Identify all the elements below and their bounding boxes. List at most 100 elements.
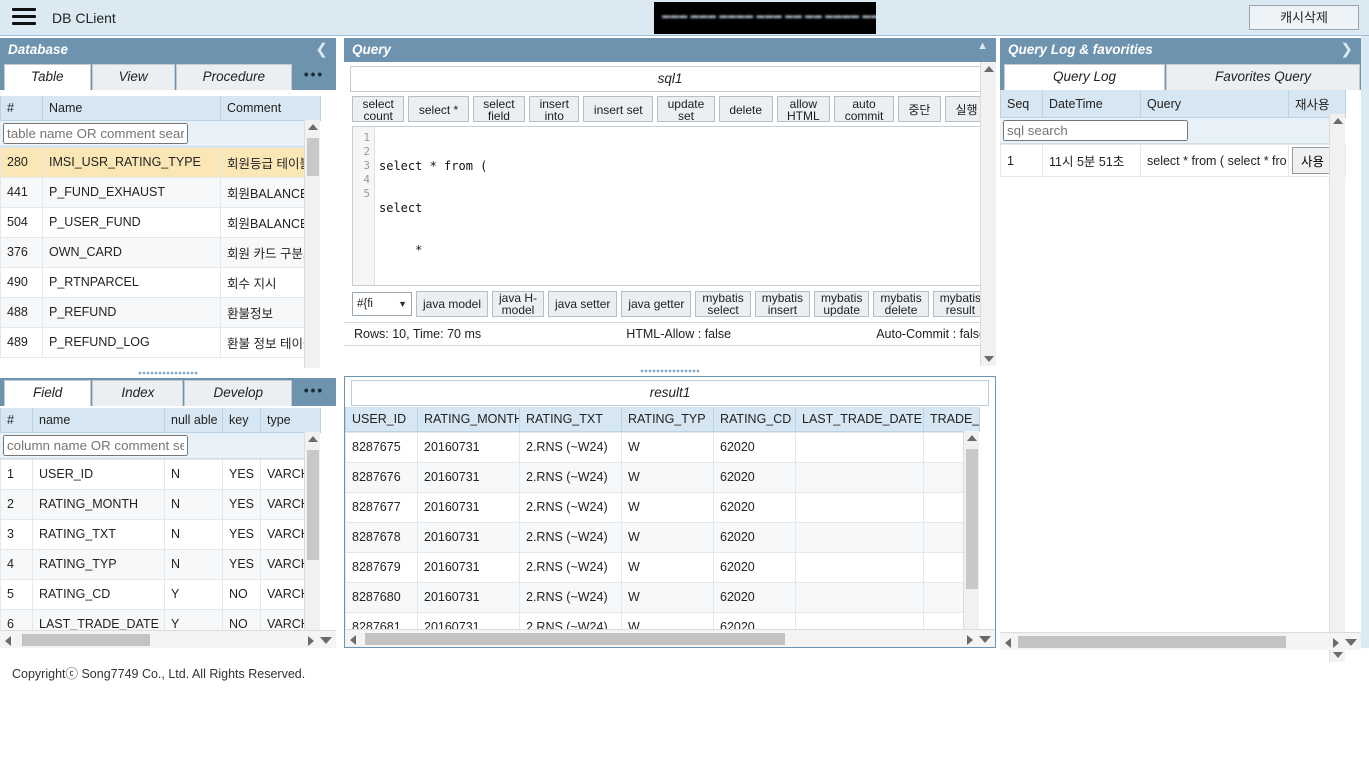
scroll-up-icon[interactable]	[308, 124, 318, 130]
auto-commit-button[interactable]: auto commit	[834, 96, 894, 122]
tab-view[interactable]: View	[91, 64, 175, 90]
scroll-right-icon[interactable]	[308, 636, 314, 646]
tab-more-database[interactable]: •••	[293, 64, 335, 90]
param-format-dropdown[interactable]: #{fi ▼	[352, 292, 412, 316]
java-h-model-button[interactable]: java H-model	[492, 291, 545, 317]
tab-table[interactable]: Table	[4, 64, 91, 90]
result-horizontal-scrollbar[interactable]	[345, 629, 995, 647]
scroll-up-icon[interactable]	[1333, 118, 1343, 124]
scroll-down-icon[interactable]	[984, 356, 994, 362]
sql-editor[interactable]: 1 2 3 4 5 select * from ( select * from …	[352, 126, 988, 286]
scroll-down-icon[interactable]	[320, 637, 332, 644]
scroll-left-icon[interactable]	[1005, 638, 1011, 648]
tab-favorites-query[interactable]: Favorites Query	[1166, 64, 1361, 90]
tab-query-log[interactable]: Query Log	[1004, 64, 1166, 90]
select-field-button[interactable]: select field	[472, 96, 526, 122]
mybatis-select-button[interactable]: mybatis select	[695, 291, 751, 317]
insert-into-button[interactable]: insert into	[529, 96, 580, 122]
table-row[interactable]: 8287680 20160731 2.RNS (~W24) W 62020	[345, 581, 979, 613]
col-key: key	[222, 408, 261, 433]
list-item[interactable]: 1 USER_ID N YES VARCH	[0, 458, 320, 490]
result-tab[interactable]: result1	[351, 380, 989, 406]
scrollbar-thumb[interactable]	[966, 449, 978, 589]
java-model-button[interactable]: java model	[416, 291, 489, 317]
table-row[interactable]: 280 IMSI_USR_RATING_TYPE 회원등급 테이블	[0, 146, 320, 178]
list-item[interactable]: 2 RATING_MONTH N YES VARCH	[0, 488, 320, 520]
tab-field[interactable]: Field	[4, 380, 92, 406]
chevron-up-icon[interactable]: ▲	[977, 40, 988, 52]
row-num: 490	[0, 266, 43, 298]
left-splitter[interactable]	[0, 368, 336, 378]
scrollbar-thumb[interactable]	[22, 634, 150, 646]
table-row[interactable]: 8287675 20160731 2.RNS (~W24) W 62020	[345, 431, 979, 463]
stop-button[interactable]: 중단	[897, 96, 941, 122]
scroll-down-icon[interactable]	[1345, 639, 1357, 646]
scroll-right-icon[interactable]	[1333, 638, 1339, 648]
scroll-right-icon[interactable]	[967, 635, 973, 645]
mybatis-insert-button[interactable]: mybatis insert	[754, 291, 811, 317]
query-result-splitter[interactable]	[344, 366, 996, 376]
log-horizontal-scrollbar[interactable]	[1000, 632, 1361, 650]
scroll-down-icon[interactable]	[1333, 652, 1343, 658]
table-row[interactable]: 8287678 20160731 2.RNS (~W24) W 62020	[345, 521, 979, 553]
list-item[interactable]: 3 RATING_TXT N YES VARCH	[0, 518, 320, 550]
column-search-input[interactable]	[3, 434, 188, 456]
table-row[interactable]: 490 P_RTNPARCEL 회수 지시	[0, 266, 320, 298]
table-row[interactable]: 504 P_USER_FUND 회원BALANCE	[0, 206, 320, 238]
select-star-button[interactable]: select *	[408, 96, 469, 122]
result-table-header: USER_ID RATING_MONTH RATING_TXT RATING_T…	[345, 407, 980, 432]
insert-set-button[interactable]: insert set	[583, 96, 654, 122]
table-search-input[interactable]	[3, 122, 188, 144]
chevron-right-icon[interactable]: ❯	[1340, 40, 1353, 58]
scrollbar-thumb[interactable]	[365, 633, 785, 645]
table-row[interactable]: 8287679 20160731 2.RNS (~W24) W 62020	[345, 551, 979, 583]
list-item[interactable]: 1 11시 5분 51초 select * from ( select * fr…	[1000, 144, 1346, 177]
table-row[interactable]: 489 P_REFUND_LOG 환불 정보 테이블	[0, 326, 320, 358]
hamburger-icon[interactable]	[12, 8, 36, 28]
query-vertical-scrollbar[interactable]	[980, 62, 996, 366]
java-setter-button[interactable]: java setter	[548, 291, 618, 317]
table-row[interactable]: 8287677 20160731 2.RNS (~W24) W 62020	[345, 491, 979, 523]
delete-button[interactable]: delete	[718, 96, 773, 122]
select-count-button[interactable]: select count	[352, 96, 405, 122]
scroll-up-icon[interactable]	[984, 66, 994, 72]
scroll-down-icon[interactable]	[979, 636, 991, 643]
table-row[interactable]: 488 P_REFUND 환불정보	[0, 296, 320, 328]
field-horizontal-scrollbar[interactable]	[0, 630, 336, 648]
scrollbar-thumb[interactable]	[307, 138, 319, 176]
row-nullable: Y	[164, 578, 223, 610]
list-item[interactable]: 5 RATING_CD Y NO VARCH	[0, 578, 320, 610]
field-vertical-scrollbar[interactable]	[304, 432, 320, 630]
scroll-up-icon[interactable]	[967, 435, 977, 441]
scroll-up-icon[interactable]	[308, 436, 318, 442]
tab-index[interactable]: Index	[92, 380, 184, 406]
log-vertical-scrollbar[interactable]	[1329, 114, 1345, 662]
tab-more-field[interactable]: •••	[293, 380, 336, 406]
table-row[interactable]: 8287676 20160731 2.RNS (~W24) W 62020	[345, 461, 979, 493]
editor-code[interactable]: select * from ( select * from IMSI_USR_R…	[379, 131, 561, 285]
mybatis-delete-button[interactable]: mybatis delete	[873, 291, 929, 317]
scrollbar-thumb[interactable]	[307, 450, 319, 560]
row-num: 441	[0, 176, 43, 208]
table-row[interactable]: 376 OWN_CARD 회원 카드 구분코	[0, 236, 320, 268]
scroll-left-icon[interactable]	[5, 636, 11, 646]
tab-develop[interactable]: Develop	[184, 380, 293, 406]
java-getter-button[interactable]: java getter	[621, 291, 692, 317]
table-row[interactable]: 441 P_FUND_EXHAUST 회원BALANCE소	[0, 176, 320, 208]
scrollbar-thumb[interactable]	[1018, 636, 1286, 648]
result-vertical-scrollbar[interactable]	[963, 431, 979, 629]
tab-procedure[interactable]: Procedure	[175, 64, 292, 90]
cell-rating-month: 20160731	[417, 461, 520, 493]
reuse-query-button[interactable]: 사용	[1292, 147, 1334, 174]
scroll-left-icon[interactable]	[350, 635, 356, 645]
mybatis-update-button[interactable]: mybatis update	[814, 291, 870, 317]
chevron-left-icon[interactable]: ❮	[315, 40, 328, 58]
list-item[interactable]: 4 RATING_TYP N YES VARCH	[0, 548, 320, 580]
sql-search-input[interactable]	[1003, 120, 1188, 141]
database-vertical-scrollbar[interactable]	[304, 120, 320, 388]
cache-clear-button[interactable]: 캐시삭제	[1249, 5, 1359, 30]
btn-line2: insert	[767, 303, 798, 317]
allow-html-button[interactable]: allow HTML	[776, 96, 831, 122]
sql-tab[interactable]: sql1	[350, 66, 990, 92]
update-set-button[interactable]: update set	[657, 96, 715, 122]
